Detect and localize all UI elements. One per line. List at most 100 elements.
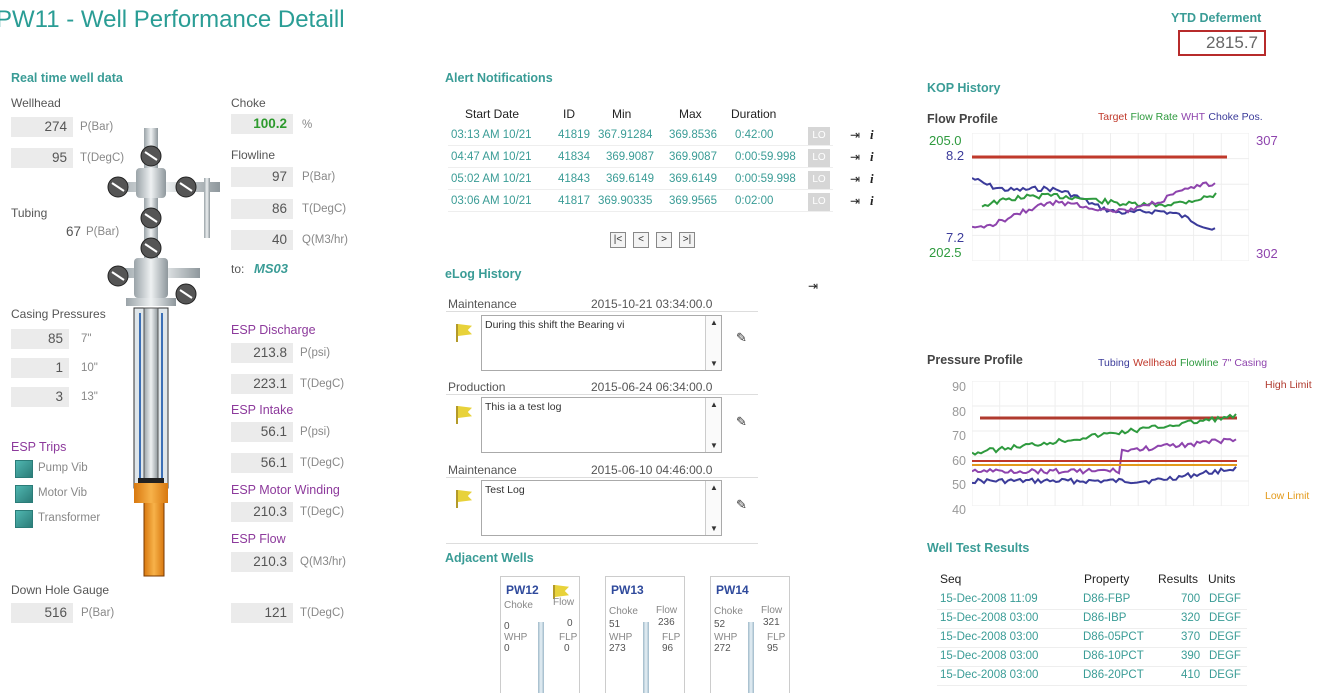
edit-icon[interactable]: ✎ xyxy=(736,497,747,513)
scrollbar[interactable]: ▲ ▼ xyxy=(705,398,721,452)
export-icon[interactable]: ⇥ xyxy=(850,150,860,164)
export-icon[interactable]: ⇥ xyxy=(850,128,860,142)
realtime-section-title: Real time well data xyxy=(11,71,123,85)
adjacent-well-card[interactable]: PW13 Choke Flow 51 236 WHP FLP 273 96 xyxy=(605,576,685,693)
alert-max: 369.8536 xyxy=(669,129,717,141)
welltest-units: DEGF xyxy=(1209,631,1241,643)
wellhead-temp-value: 95 xyxy=(11,148,73,168)
flow-axis-left-sub: 8.2 xyxy=(946,148,965,163)
flp-label: FLP xyxy=(662,632,681,643)
welltest-seq: 15-Dec-2008 03:00 xyxy=(940,669,1039,681)
welltest-result: 320 xyxy=(1181,612,1201,624)
welltest-result: 700 xyxy=(1181,593,1201,605)
flow-value: 236 xyxy=(658,617,675,628)
alert-id: 41843 xyxy=(558,173,590,185)
legend-flowline: Flowline xyxy=(1180,357,1219,369)
flp-value: 0 xyxy=(564,643,570,654)
flow-profile-chart xyxy=(972,133,1249,261)
pressure-profile-chart xyxy=(972,381,1249,506)
welltest-row[interactable]: 15-Dec-2008 03:00 D86-10PCT 390 DEGF xyxy=(937,648,1247,667)
alert-row[interactable]: 03:13 AM 10/21 41819 367.91284 369.8536 … xyxy=(448,126,833,146)
welltest-result: 370 xyxy=(1181,631,1201,643)
next-page-button[interactable]: > xyxy=(656,232,672,248)
welltest-header-seq: Seq xyxy=(940,572,962,586)
alert-max: 369.9087 xyxy=(669,151,717,163)
flag-icon xyxy=(555,585,569,597)
casing-13-unit: 13" xyxy=(81,391,98,403)
alerts-section-title: Alert Notifications xyxy=(445,71,553,85)
alert-row[interactable]: 03:06 AM 10/21 41817 369.90335 369.9565 … xyxy=(448,192,833,212)
scrollbar[interactable]: ▲ ▼ xyxy=(705,316,721,370)
welltest-units: DEGF xyxy=(1209,593,1241,605)
ytd-deferment-value: 2815.7 xyxy=(1178,30,1266,56)
esp-trips-label: ESP Trips xyxy=(11,440,67,454)
elog-text: This ia a test log xyxy=(485,401,562,413)
legend-wellhead: Wellhead xyxy=(1133,357,1177,369)
dhg-temp-unit: T(DegC) xyxy=(300,607,345,619)
alert-row[interactable]: 04:47 AM 10/21 41834 369.9087 369.9087 0… xyxy=(448,148,833,168)
welltest-seq: 15-Dec-2008 03:00 xyxy=(940,631,1039,643)
elog-textarea[interactable]: This ia a test log ▲ ▼ xyxy=(481,397,722,453)
esp-flow-unit: Q(M3/hr) xyxy=(300,556,346,568)
info-icon[interactable]: i xyxy=(870,193,874,209)
welltest-property: D86-IBP xyxy=(1083,612,1127,624)
elog-export-icon[interactable]: ⇥ xyxy=(808,279,818,293)
elog-category: Production xyxy=(448,380,506,394)
motor-vib-indicator xyxy=(15,485,33,503)
high-limit-label: High Limit xyxy=(1265,379,1312,391)
welltest-result: 410 xyxy=(1181,669,1201,681)
choke-pos-line xyxy=(972,177,1216,231)
choke-label: Choke xyxy=(714,606,743,617)
alert-row[interactable]: 05:02 AM 10/21 41843 369.6149 369.6149 0… xyxy=(448,170,833,190)
elog-textarea[interactable]: During this shift the Bearing vi ▲ ▼ xyxy=(481,315,722,371)
flowline-label: Flowline xyxy=(231,148,276,162)
flp-label: FLP xyxy=(559,632,578,643)
export-icon[interactable]: ⇥ xyxy=(850,172,860,186)
flow-label: Flow xyxy=(761,605,783,616)
welltest-result: 390 xyxy=(1181,650,1201,662)
to-station-link[interactable]: MS03 xyxy=(254,261,288,276)
export-icon[interactable]: ⇥ xyxy=(850,194,860,208)
flow-axis-left-low: 7.2 xyxy=(946,230,965,245)
whp-label: WHP xyxy=(504,632,528,643)
info-icon[interactable]: i xyxy=(870,171,874,187)
esp-intake-label: ESP Intake xyxy=(231,403,294,417)
elog-category: Maintenance xyxy=(448,297,517,311)
info-icon[interactable]: i xyxy=(870,127,874,143)
welltest-seq: 15-Dec-2008 03:00 xyxy=(940,650,1039,662)
welltest-row[interactable]: 15-Dec-2008 11:09 D86-FBP 700 DEGF xyxy=(937,591,1247,610)
adjacent-well-card[interactable]: PW14 Choke Flow 52 321 WHP FLP 272 95 xyxy=(710,576,790,693)
prev-page-button[interactable]: < xyxy=(633,232,649,248)
flag-icon xyxy=(458,490,472,502)
scrollbar[interactable]: ▲ ▼ xyxy=(705,481,721,535)
flowline-temp-value: 86 xyxy=(231,199,293,219)
pressure-y-axis: 90 80 70 60 50 40 xyxy=(952,380,966,517)
casing-10-unit: 10" xyxy=(81,362,98,374)
to-label: to: xyxy=(231,262,245,276)
esp-intake-pressure-value: 56.1 xyxy=(231,422,293,442)
last-page-button[interactable]: >| xyxy=(679,232,695,248)
flp-value: 96 xyxy=(662,643,674,654)
elog-text: During this shift the Bearing vi xyxy=(485,319,625,331)
welltest-row[interactable]: 15-Dec-2008 03:00 D86-IBP 320 DEGF xyxy=(937,610,1247,629)
wellhead-diagram xyxy=(107,128,220,577)
flag-pole xyxy=(456,324,458,342)
welltest-row[interactable]: 15-Dec-2008 03:00 D86-05PCT 370 DEGF xyxy=(937,629,1247,648)
welltest-property: D86-FBP xyxy=(1083,593,1131,605)
lo-badge: LO xyxy=(808,193,830,211)
edit-icon[interactable]: ✎ xyxy=(736,414,747,430)
alerts-header-max: Max xyxy=(679,107,702,121)
alerts-header-start: Start Date xyxy=(465,107,520,121)
esp-discharge-pressure-value: 213.8 xyxy=(231,343,293,363)
elog-textarea[interactable]: Test Log ▲ ▼ xyxy=(481,480,722,536)
adjacent-well-card[interactable]: PW12 Choke Flow 0 0 WHP FLP 0 0 xyxy=(500,576,580,693)
first-page-button[interactable]: |< xyxy=(610,232,626,248)
edit-icon[interactable]: ✎ xyxy=(736,330,747,346)
esp-motor-winding-unit: T(DegC) xyxy=(300,506,345,518)
welltest-row[interactable]: 15-Dec-2008 03:00 D86-20PCT 410 DEGF xyxy=(937,667,1247,686)
info-icon[interactable]: i xyxy=(870,149,874,165)
dhg-pressure-value: 516 xyxy=(11,603,73,623)
dhg-temp-value: 121 xyxy=(231,603,293,623)
page-title: PW11 - Well Performance Detaill xyxy=(0,6,345,33)
alert-duration: 0:42:00 xyxy=(735,129,774,141)
